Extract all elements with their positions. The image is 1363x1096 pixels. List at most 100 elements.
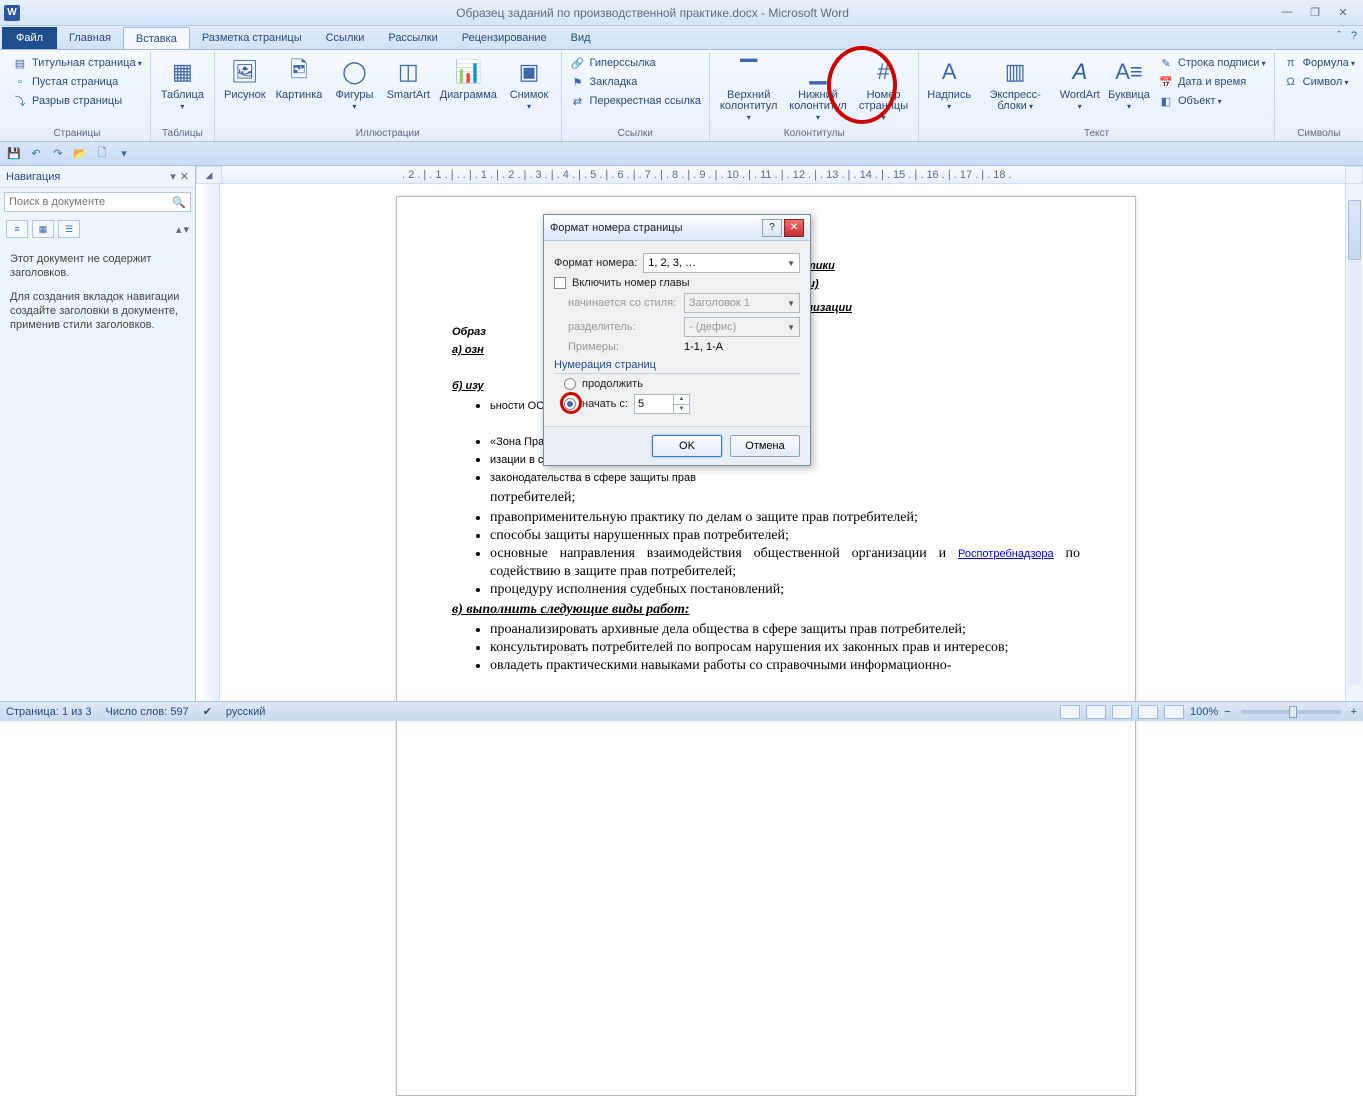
restore-icon[interactable]: ❐	[1307, 6, 1323, 19]
dialog-close-icon[interactable]: ✕	[784, 219, 804, 237]
status-bar: Страница: 1 из 3 Число слов: 597 ✔ русск…	[0, 701, 1363, 721]
tab-references[interactable]: Ссылки	[314, 27, 377, 49]
status-proofing-icon[interactable]: ✔	[203, 705, 212, 718]
continue-radio[interactable]	[564, 378, 576, 390]
window-controls: ― ❐ ✕	[1279, 6, 1359, 19]
startat-spinner[interactable]: ▲▼	[634, 394, 690, 414]
horizontal-ruler[interactable]: . 2 . | . 1 . | . . | . 1 . | . 2 . | . …	[222, 166, 1345, 184]
picture-button[interactable]: 🖼Рисунок	[221, 54, 269, 103]
screenshot-button[interactable]: ▣Снимок	[504, 54, 555, 114]
zoom-level[interactable]: 100%	[1190, 706, 1218, 718]
nav-view-headings[interactable]: ≡	[6, 220, 28, 238]
dialog-titlebar[interactable]: Формат номера страницы ? ✕	[544, 215, 810, 241]
undo-icon[interactable]: ↶	[28, 146, 44, 162]
textbox-button[interactable]: AНадпись	[925, 54, 973, 114]
open-icon[interactable]: 📂	[72, 146, 88, 162]
search-icon[interactable]: 🔍	[168, 193, 190, 211]
header-button[interactable]: ▔Верхний колонтитул	[716, 54, 781, 125]
smartart-button[interactable]: ◫SmartArt	[384, 54, 433, 103]
view-draft[interactable]	[1164, 705, 1184, 719]
quickparts-button[interactable]: ▥Экспресс-блоки	[977, 54, 1054, 114]
search-input[interactable]	[5, 193, 168, 211]
hyperlink-button[interactable]: 🔗Гиперссылка	[568, 54, 704, 72]
nav-view-pages[interactable]: ▦	[32, 220, 54, 238]
vertical-ruler[interactable]	[202, 184, 220, 701]
ribbon-minimize-icon[interactable]: ˆ	[1337, 30, 1341, 42]
word-app-icon: W	[4, 5, 20, 21]
status-language[interactable]: русский	[226, 706, 265, 718]
textbox-icon: A	[933, 56, 965, 88]
tab-review[interactable]: Рецензирование	[450, 27, 559, 49]
cover-page-button[interactable]: ▤Титульная страница	[10, 54, 144, 72]
vertical-scrollbar[interactable]	[1345, 184, 1363, 701]
page-break-button[interactable]: ⤵Разрыв страницы	[10, 92, 144, 110]
tab-file[interactable]: Файл	[2, 27, 57, 49]
date-time-button[interactable]: 📅Дата и время	[1156, 73, 1268, 91]
nav-view-results[interactable]: ☰	[58, 220, 80, 238]
status-page[interactable]: Страница: 1 из 3	[6, 706, 92, 718]
zoom-in-icon[interactable]: +	[1351, 706, 1357, 718]
zoom-out-icon[interactable]: −	[1224, 706, 1230, 718]
nav-close-icon[interactable]: ✕	[180, 170, 189, 183]
page-number-button[interactable]: #Номер страницы	[855, 54, 913, 125]
doc-list-c: проанализировать архивные дела общества …	[452, 621, 1080, 675]
symbol-button[interactable]: ΩСимвол	[1281, 73, 1357, 91]
status-words[interactable]: Число слов: 597	[106, 706, 189, 718]
crossref-button[interactable]: ⇄Перекрестная ссылка	[568, 92, 704, 110]
close-icon[interactable]: ✕	[1335, 6, 1351, 19]
startat-radio[interactable]	[564, 398, 576, 410]
redo-icon[interactable]: ↷	[50, 146, 66, 162]
format-combo[interactable]: 1, 2, 3, …▼	[643, 253, 800, 273]
bookmark-button[interactable]: ⚑Закладка	[568, 73, 704, 91]
zoom-slider-knob[interactable]	[1289, 706, 1297, 718]
zoom-slider[interactable]	[1241, 710, 1341, 714]
spin-down-icon[interactable]: ▼	[674, 405, 689, 414]
wordart-button[interactable]: AWordArt	[1057, 54, 1102, 114]
clipart-button[interactable]: 🖻Картинка	[273, 54, 326, 103]
help-icon[interactable]: ?	[1351, 30, 1357, 42]
chart-button[interactable]: 📊Диаграмма	[437, 54, 500, 103]
cancel-button[interactable]: Отмена	[730, 435, 800, 457]
include-chapter-checkbox[interactable]	[554, 277, 566, 289]
nav-dropdown-icon[interactable]: ▾	[170, 170, 176, 183]
save-icon[interactable]: 💾	[6, 146, 22, 162]
tab-home[interactable]: Главная	[57, 27, 123, 49]
scrollbar-thumb[interactable]	[1348, 200, 1361, 260]
minimize-icon[interactable]: ―	[1279, 6, 1295, 19]
tab-view[interactable]: Вид	[559, 27, 603, 49]
ruler-corner[interactable]: ◢	[196, 166, 222, 184]
startat-input[interactable]	[635, 395, 673, 413]
blank-page-button[interactable]: ▫Пустая страница	[10, 73, 144, 91]
signature-line-button[interactable]: ✎Строка подписи	[1156, 54, 1268, 72]
view-fullscreen-reading[interactable]	[1086, 705, 1106, 719]
ruler-toggle[interactable]	[1345, 166, 1363, 184]
quick-access-toolbar: 💾 ↶ ↷ 📂 🗋 ▾	[0, 142, 1363, 166]
chevron-down-icon: ▼	[787, 259, 795, 268]
starts-with-row: начинается со стиля: Заголовок 1▼	[554, 293, 800, 313]
nav-prev-icon[interactable]: ▴	[176, 223, 182, 236]
table-button[interactable]: ▦ Таблица	[157, 54, 208, 114]
dropcap-button[interactable]: A≡Буквица	[1106, 54, 1152, 114]
dialog-buttons: OK Отмена	[544, 426, 810, 465]
tab-insert[interactable]: Вставка	[123, 27, 190, 49]
ok-button[interactable]: OK	[652, 435, 722, 457]
view-print-layout[interactable]	[1060, 705, 1080, 719]
tab-mailings[interactable]: Рассылки	[376, 27, 449, 49]
new-icon[interactable]: 🗋	[94, 146, 110, 162]
spin-up-icon[interactable]: ▲	[674, 395, 689, 405]
nav-next-icon[interactable]: ▾	[183, 223, 189, 236]
view-web-layout[interactable]	[1112, 705, 1132, 719]
chevron-down-icon: ▼	[787, 323, 795, 332]
object-button[interactable]: ◧Объект	[1156, 92, 1268, 110]
dialog-help-icon[interactable]: ?	[762, 219, 782, 237]
footer-button[interactable]: ▁Нижний колонтитул	[785, 54, 850, 125]
date-icon: 📅	[1158, 74, 1174, 90]
ribbon-help-icons: ˆ ?	[1337, 30, 1357, 42]
navigation-search[interactable]: 🔍	[4, 192, 191, 212]
dialog-body: Формат номера: 1, 2, 3, …▼ Включить номе…	[544, 241, 810, 426]
equation-button[interactable]: πФормула	[1281, 54, 1357, 72]
shapes-button[interactable]: ◯Фигуры	[329, 54, 379, 114]
qat-dropdown-icon[interactable]: ▾	[116, 146, 132, 162]
view-outline[interactable]	[1138, 705, 1158, 719]
tab-pagelayout[interactable]: Разметка страницы	[190, 27, 314, 49]
